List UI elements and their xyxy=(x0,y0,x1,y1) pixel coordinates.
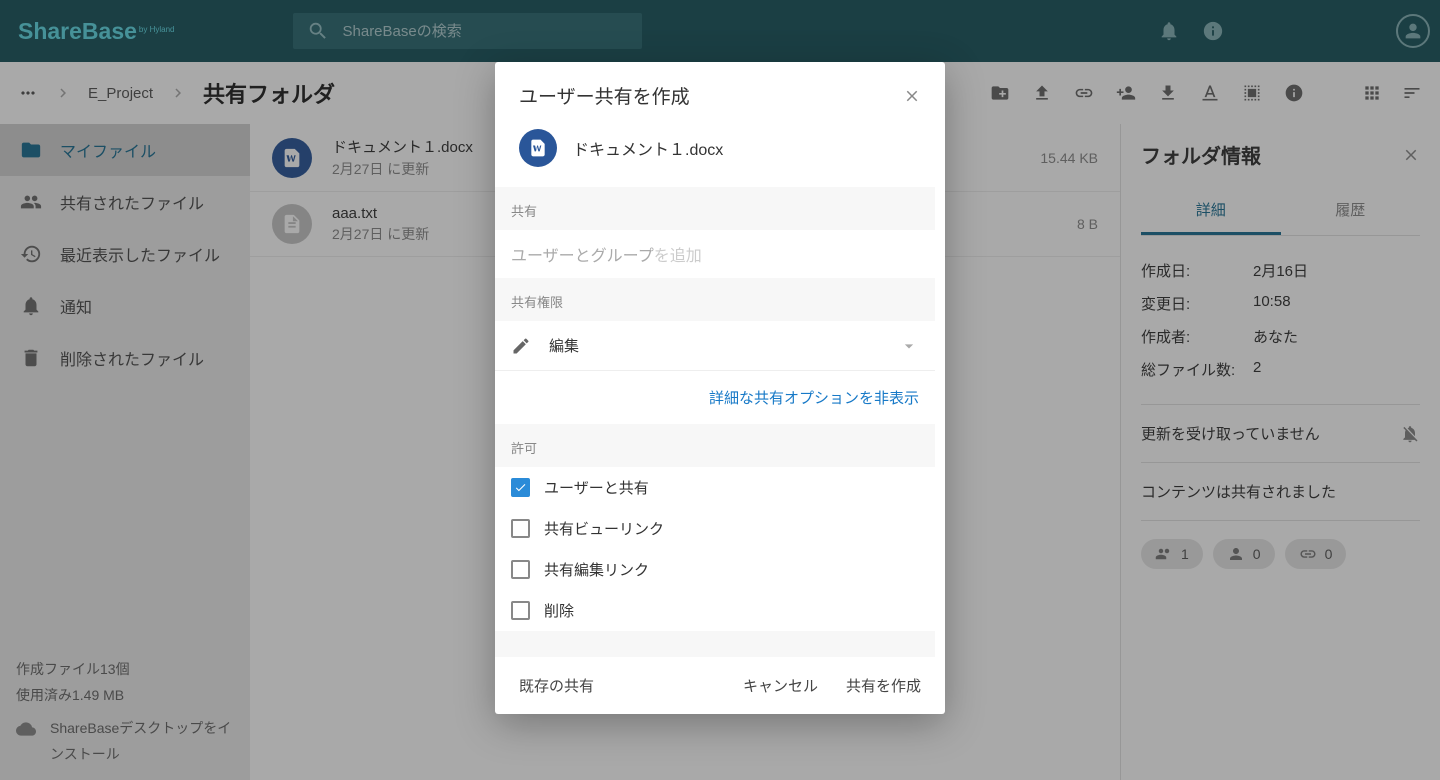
advanced-options-link[interactable]: 詳細な共有オプションを非表示 xyxy=(495,371,935,424)
modal-overlay[interactable]: ユーザー共有を作成 ドキュメント１.docx 共有 ユーザーとグループを追加 共… xyxy=(0,0,1440,780)
word-icon xyxy=(519,129,557,167)
section-label-allow: 許可 xyxy=(495,424,935,467)
share-modal: ユーザー共有を作成 ドキュメント１.docx 共有 ユーザーとグループを追加 共… xyxy=(495,62,945,714)
doc-name: ドキュメント１.docx xyxy=(573,136,723,160)
modal-doc: ドキュメント１.docx xyxy=(495,129,945,187)
modal-title: ユーザー共有を作成 xyxy=(519,82,903,109)
section-label-share: 共有 xyxy=(495,187,935,230)
modal-footer: 既存の共有 キャンセル 共有を作成 xyxy=(495,657,945,714)
check-view-link[interactable]: 共有ビューリンク xyxy=(495,508,935,549)
user-group-input[interactable]: ユーザーとグループを追加 xyxy=(495,230,935,278)
section-label-perm: 共有権限 xyxy=(495,278,935,321)
dropdown-icon xyxy=(899,336,919,356)
close-icon[interactable] xyxy=(903,87,921,105)
permission-select[interactable]: 編集 xyxy=(495,321,935,371)
check-label: ユーザーと共有 xyxy=(544,477,649,498)
checkbox-icon xyxy=(511,560,530,579)
check-label: 共有編集リンク xyxy=(544,559,649,580)
create-share-button[interactable]: 共有を作成 xyxy=(846,675,921,696)
modal-body: 共有 ユーザーとグループを追加 共有権限 編集 詳細な共有オプションを非表示 許… xyxy=(495,187,945,657)
check-label: 削除 xyxy=(544,600,574,621)
check-edit-link[interactable]: 共有編集リンク xyxy=(495,549,935,590)
checkbox-icon xyxy=(511,601,530,620)
check-delete[interactable]: 削除 xyxy=(495,590,935,631)
check-label: 共有ビューリンク xyxy=(544,518,664,539)
cancel-button[interactable]: キャンセル xyxy=(743,675,818,696)
existing-share-button[interactable]: 既存の共有 xyxy=(519,675,594,696)
perm-value: 編集 xyxy=(549,335,899,356)
check-share-users[interactable]: ユーザーと共有 xyxy=(495,467,935,508)
checkbox-icon xyxy=(511,519,530,538)
edit-icon xyxy=(511,336,531,356)
checkbox-icon xyxy=(511,478,530,497)
